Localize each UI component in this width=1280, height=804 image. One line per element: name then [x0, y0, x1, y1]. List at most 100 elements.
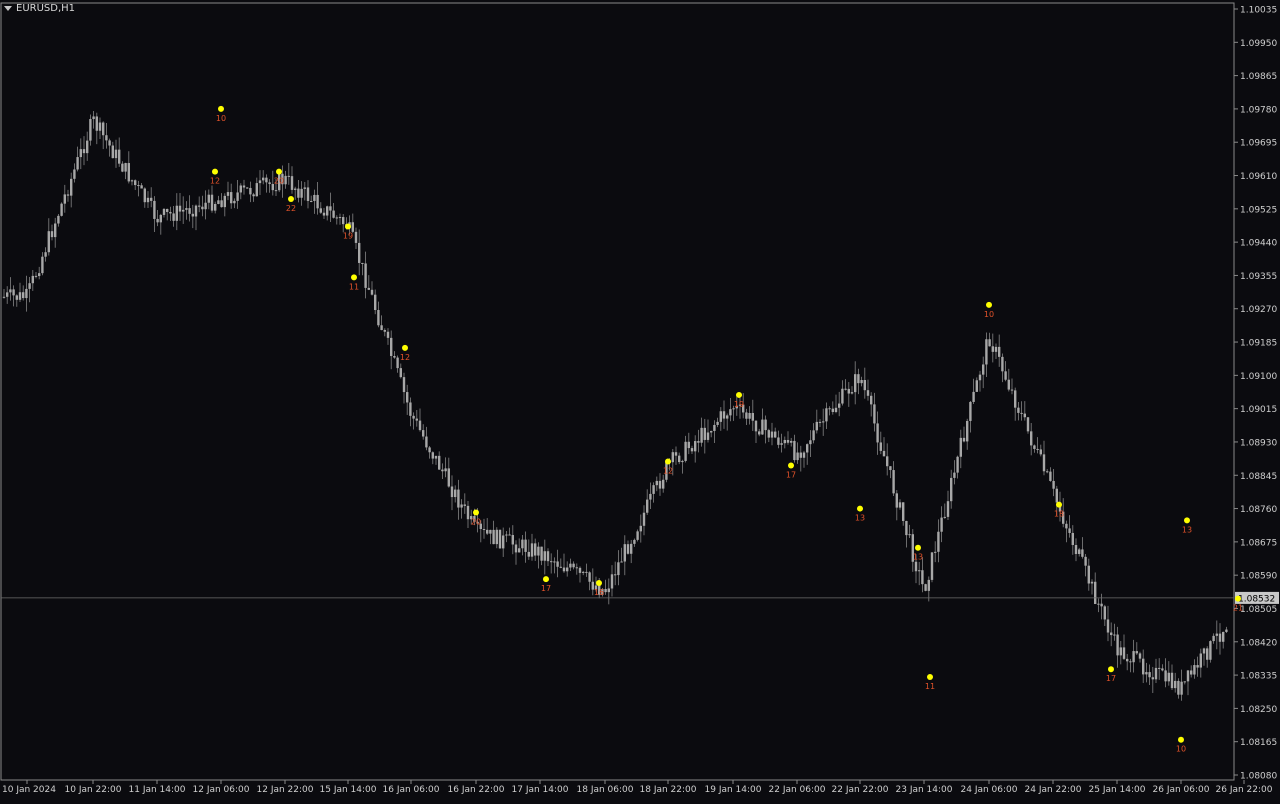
candle-body — [1090, 581, 1094, 584]
candle-body — [505, 534, 508, 536]
candle-body — [790, 440, 793, 443]
candle-body — [1199, 653, 1202, 668]
candle-body — [956, 456, 959, 473]
candle-body — [908, 534, 911, 536]
candle-body — [518, 548, 521, 553]
signal-dot — [218, 105, 224, 112]
candle-body — [262, 177, 265, 181]
y-tick-label: 1.08250 — [1240, 705, 1277, 715]
candle-body — [604, 588, 607, 593]
candle-body — [719, 411, 722, 422]
candle-body — [310, 200, 313, 202]
candle-body — [553, 561, 556, 563]
candle-body — [1167, 672, 1170, 682]
candle-body — [895, 493, 898, 508]
candle-body — [1071, 532, 1074, 545]
candle-body — [1078, 549, 1081, 554]
candle-body — [454, 489, 457, 498]
candle-body — [252, 194, 255, 197]
signal-count-label: 11 — [925, 682, 935, 691]
candle-body — [498, 529, 502, 549]
candle-body — [921, 570, 924, 585]
candle-body — [930, 552, 934, 580]
candle-body — [745, 412, 748, 419]
candle-body — [588, 572, 591, 582]
candle-body — [754, 420, 758, 432]
candle-body — [492, 529, 495, 545]
candle-body — [236, 192, 239, 201]
candle-body — [396, 357, 399, 369]
candle-body — [1097, 603, 1100, 605]
candle-body — [316, 194, 319, 209]
x-tick-label: 18 Jan 22:00 — [640, 785, 697, 795]
candle-body — [34, 275, 38, 277]
candle-body — [1193, 665, 1196, 675]
candle-body — [50, 231, 54, 238]
candle-body — [105, 135, 108, 141]
candle-body — [188, 208, 191, 214]
candle-body — [1087, 565, 1090, 584]
candle-body — [559, 566, 562, 568]
dropdown-triangle-icon[interactable] — [4, 6, 12, 11]
candle-body — [617, 562, 620, 576]
x-tick-label: 16 Jan 22:00 — [448, 785, 505, 795]
x-tick-label: 22 Jan 06:00 — [769, 785, 826, 795]
y-tick-label: 1.08590 — [1240, 572, 1277, 582]
candle-body — [73, 169, 76, 179]
candle-body — [255, 183, 258, 197]
candle-body — [943, 516, 946, 518]
candle-body — [806, 444, 809, 453]
candle-body — [214, 203, 217, 211]
candle-body — [1215, 633, 1218, 636]
candle-body — [1164, 670, 1167, 682]
y-tick-label: 1.08760 — [1240, 505, 1277, 515]
candle-body — [569, 563, 572, 568]
y-tick-label: 1.09440 — [1240, 239, 1277, 249]
candle-body — [978, 374, 982, 381]
price-chart[interactable]: 1.10035 1.09950 1.09865 1.09780 1.09695 1.096… — [0, 0, 1280, 800]
candle-body — [690, 448, 694, 452]
symbol-label[interactable]: EURUSD,H1 — [4, 3, 75, 14]
candle-body — [758, 431, 761, 435]
candle-body — [406, 392, 409, 403]
candle-body — [636, 531, 639, 540]
y-tick-label: 1.09185 — [1240, 339, 1277, 349]
signal-count-label: 12 — [663, 467, 673, 476]
chart-window[interactable]: 1.10035 1.09950 1.09865 1.09780 1.09695 1.096… — [0, 0, 1280, 800]
candle-body — [1138, 653, 1142, 659]
candle-body — [150, 197, 153, 201]
candle-body — [354, 231, 358, 243]
candle-body — [367, 287, 370, 290]
candle-body — [185, 208, 188, 210]
candle-body — [764, 419, 767, 431]
candle-body — [575, 567, 578, 569]
y-tick-label: 1.09015 — [1240, 405, 1277, 415]
candle-body — [207, 194, 210, 203]
candle-body — [9, 289, 12, 293]
x-tick-label: 24 Jan 06:00 — [961, 785, 1018, 795]
candle-body — [239, 185, 242, 193]
signal-dot — [288, 196, 294, 203]
candle-body — [671, 452, 674, 463]
candle-body — [879, 442, 882, 451]
signal-dot — [665, 458, 671, 465]
candle-body — [838, 403, 841, 408]
x-tick-label: 26 Jan 06:00 — [1153, 785, 1210, 795]
candle-body — [927, 579, 930, 591]
candle-body — [854, 374, 857, 393]
y-tick-label: 1.09695 — [1240, 139, 1277, 149]
candle-body — [994, 346, 998, 352]
candle-body — [751, 412, 754, 421]
candle-body — [486, 529, 489, 534]
x-tick-label: 12 Jan 22:00 — [257, 785, 314, 795]
signal-dot — [543, 576, 549, 583]
signal-dot — [1056, 501, 1062, 508]
candle-body — [508, 534, 511, 536]
candle-body — [780, 443, 783, 445]
candle-body — [1196, 665, 1199, 668]
candle-body — [975, 380, 978, 392]
candle-body — [249, 187, 252, 195]
candle-body — [658, 480, 662, 489]
candle-body — [402, 377, 406, 393]
candle-body — [940, 517, 943, 532]
